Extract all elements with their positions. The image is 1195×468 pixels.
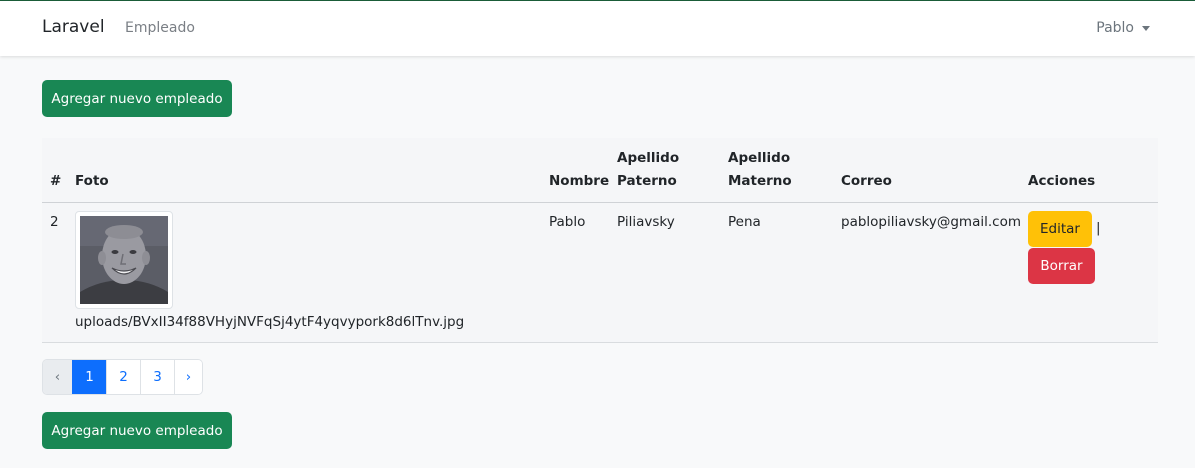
table-bottom-border	[42, 342, 1158, 343]
header-apellido-materno: Apellido Materno	[728, 150, 792, 189]
header-foto: Foto	[75, 173, 109, 189]
user-name: Pablo	[1096, 20, 1134, 36]
nav-link-empleado[interactable]: Empleado	[125, 20, 195, 36]
page-3-link[interactable]: 3	[140, 360, 174, 394]
employees-table: # Foto Nombre Apellido Paterno Apellido …	[42, 138, 1158, 343]
header-divider	[42, 202, 1158, 203]
pagination-next[interactable]: ›	[174, 360, 202, 394]
chevron-down-icon	[1142, 25, 1150, 31]
header-apellido-paterno: Apellido Paterno	[617, 150, 680, 189]
delete-button[interactable]: Borrar	[1028, 248, 1095, 284]
header-correo: Correo	[841, 173, 892, 189]
header-number: #	[50, 173, 62, 189]
pagination: ‹ 1 2 3 ›	[42, 359, 203, 395]
header-acciones: Acciones	[1028, 173, 1096, 189]
navbar: Laravel Empleado Pablo	[0, 1, 1195, 56]
user-dropdown[interactable]: Pablo	[1096, 20, 1150, 36]
cell-apellido-paterno: Piliavsky	[617, 214, 675, 230]
row-id: 2	[50, 214, 59, 230]
navbar-brand[interactable]: Laravel	[42, 17, 105, 37]
action-separator: |	[1096, 220, 1101, 236]
edit-button[interactable]: Editar	[1028, 211, 1092, 247]
employee-photo-image	[80, 216, 168, 304]
cell-correo: pablopiliavsky@gmail.com	[841, 214, 1021, 230]
cell-nombre: Pablo	[549, 214, 586, 230]
employee-photo	[75, 211, 173, 309]
add-employee-button-bottom[interactable]: Agregar nuevo empleado	[42, 412, 232, 449]
page-2-link[interactable]: 2	[106, 360, 140, 394]
cell-apellido-materno: Pena	[728, 214, 761, 230]
header-nombre: Nombre	[549, 173, 610, 189]
photo-path: uploads/BVxII34f88VHyjNVFqSj4ytF4yqvypor…	[75, 314, 465, 330]
pagination-prev: ‹	[43, 360, 72, 394]
page-1-link[interactable]: 1	[72, 360, 106, 394]
add-employee-button-top[interactable]: Agregar nuevo empleado	[42, 80, 232, 117]
